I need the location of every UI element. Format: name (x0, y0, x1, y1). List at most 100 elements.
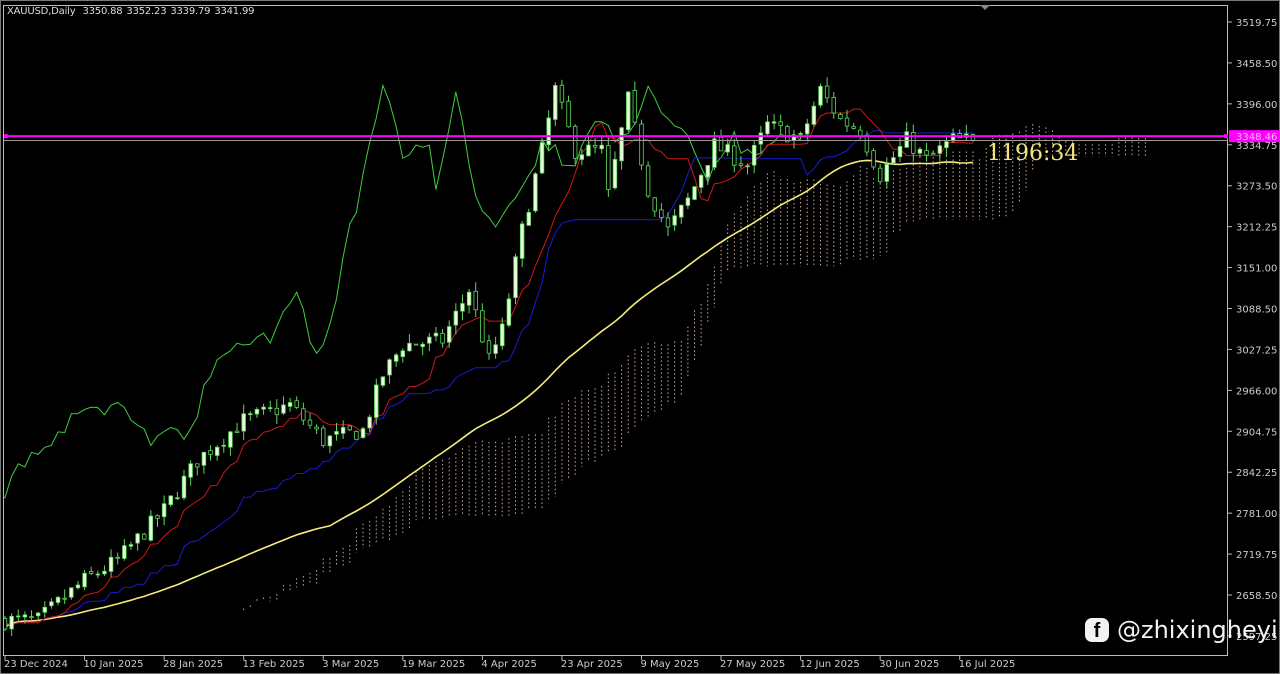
candle-body (917, 148, 923, 154)
candle-body (526, 212, 531, 226)
y-tick-label: 2966.00 (1236, 386, 1277, 397)
candle-body (181, 475, 187, 499)
candle-body (55, 596, 61, 603)
candle-body (692, 186, 697, 200)
candle-body (407, 342, 412, 352)
candle-body (248, 413, 253, 416)
candle-body (208, 450, 213, 455)
x-tick-label: 23 Dec 2024 (4, 659, 68, 670)
candle-body (281, 404, 286, 414)
candle-body (652, 197, 657, 212)
candle-body (751, 144, 757, 166)
candle-body (88, 571, 94, 574)
candle-body (586, 144, 591, 157)
candle-body (519, 223, 525, 259)
candle-body (75, 584, 81, 589)
candle-body (513, 256, 518, 299)
candle-body (619, 127, 624, 162)
hline-price-label: 3348.46 (1236, 132, 1277, 143)
candle-body (645, 165, 651, 197)
candle-body (400, 350, 405, 358)
candle-body (274, 407, 280, 416)
candle-body (685, 197, 691, 206)
y-tick-label: 2658.50 (1236, 591, 1277, 602)
candle-body (506, 298, 512, 326)
candle-body (69, 587, 74, 598)
candle-body (387, 359, 392, 376)
candle-body (553, 85, 558, 120)
x-tick-label: 27 May 2025 (720, 659, 785, 670)
y-tick-label: 3396.00 (1236, 100, 1277, 111)
candle-body (665, 217, 671, 228)
candle-body (805, 123, 810, 135)
candle-body (241, 413, 246, 432)
candle-body (228, 431, 233, 448)
candle-body (29, 616, 34, 619)
y-tick-label: 3212.25 (1236, 223, 1277, 234)
y-tick-label: 2842.25 (1236, 468, 1277, 479)
candle-body (427, 336, 432, 344)
candle-body (732, 145, 737, 166)
close-value: 3341.99 (214, 6, 255, 17)
x-tick-label: 23 Apr 2025 (561, 659, 623, 670)
candle-body (221, 444, 226, 447)
candle-body (844, 117, 850, 127)
candle-body (612, 159, 618, 189)
watermark-handle: @zhixingheyi (1117, 616, 1278, 644)
candle-body (327, 435, 333, 447)
candle-body (877, 167, 883, 183)
price-chart[interactable]: 3519.753458.503396.003334.753273.503212.… (0, 0, 1280, 674)
candle-body (314, 426, 319, 430)
candle-body (738, 163, 744, 166)
x-tick-label: 19 Mar 2025 (402, 659, 465, 670)
candle-body (924, 150, 929, 156)
candle-body (301, 408, 306, 421)
x-tick-label: 30 Jun 2025 (879, 659, 939, 670)
y-tick-label: 3519.75 (1236, 18, 1277, 29)
y-tick-label: 3273.50 (1236, 182, 1277, 193)
candle-body (168, 495, 173, 506)
x-tick-label: 28 Jan 2025 (163, 659, 223, 670)
candle-body (493, 344, 498, 354)
tenkan-sen-line (4, 108, 973, 626)
candle-body (466, 291, 472, 306)
candle-body (115, 556, 120, 559)
candle-body (864, 134, 870, 153)
y-tick-label: 3151.00 (1236, 264, 1277, 275)
x-tick-label: 12 Jun 2025 (800, 659, 860, 670)
y-tick-label: 2719.75 (1236, 550, 1277, 561)
y-tick-label: 3027.25 (1236, 345, 1277, 356)
candle-body (234, 430, 240, 433)
y-tick-label: 3458.50 (1236, 59, 1277, 70)
candle-body (533, 173, 538, 212)
candle-body (705, 165, 710, 178)
candle-body (254, 408, 260, 415)
candle-body (500, 323, 505, 347)
candle-body (334, 431, 339, 435)
candle-body (811, 105, 817, 125)
x-tick-label: 9 May 2025 (640, 659, 699, 670)
candle-body (798, 133, 803, 135)
candle-body (287, 402, 293, 407)
candle-body (340, 427, 346, 434)
x-tick-label: 4 Apr 2025 (481, 659, 536, 670)
moving-average-line (4, 159, 974, 628)
plot-layer (4, 77, 1146, 636)
candle-body (871, 150, 876, 168)
candle-body (4, 618, 8, 630)
candle-body (161, 503, 167, 518)
hline-handle-left (4, 134, 8, 139)
candle-body (22, 614, 28, 618)
candle-body (771, 121, 777, 124)
candle-body (539, 142, 545, 174)
y-tick-label: 2904.75 (1236, 427, 1277, 438)
candle-body (937, 145, 943, 154)
chart-shift-marker (980, 5, 990, 10)
open-value: 3350.88 (82, 6, 123, 17)
x-tick-label: 10 Jan 2025 (84, 659, 144, 670)
candle-body (931, 152, 936, 155)
candle-body (778, 121, 783, 126)
candle-body (374, 384, 379, 418)
candle-body (122, 545, 127, 559)
candle-body (944, 141, 949, 148)
